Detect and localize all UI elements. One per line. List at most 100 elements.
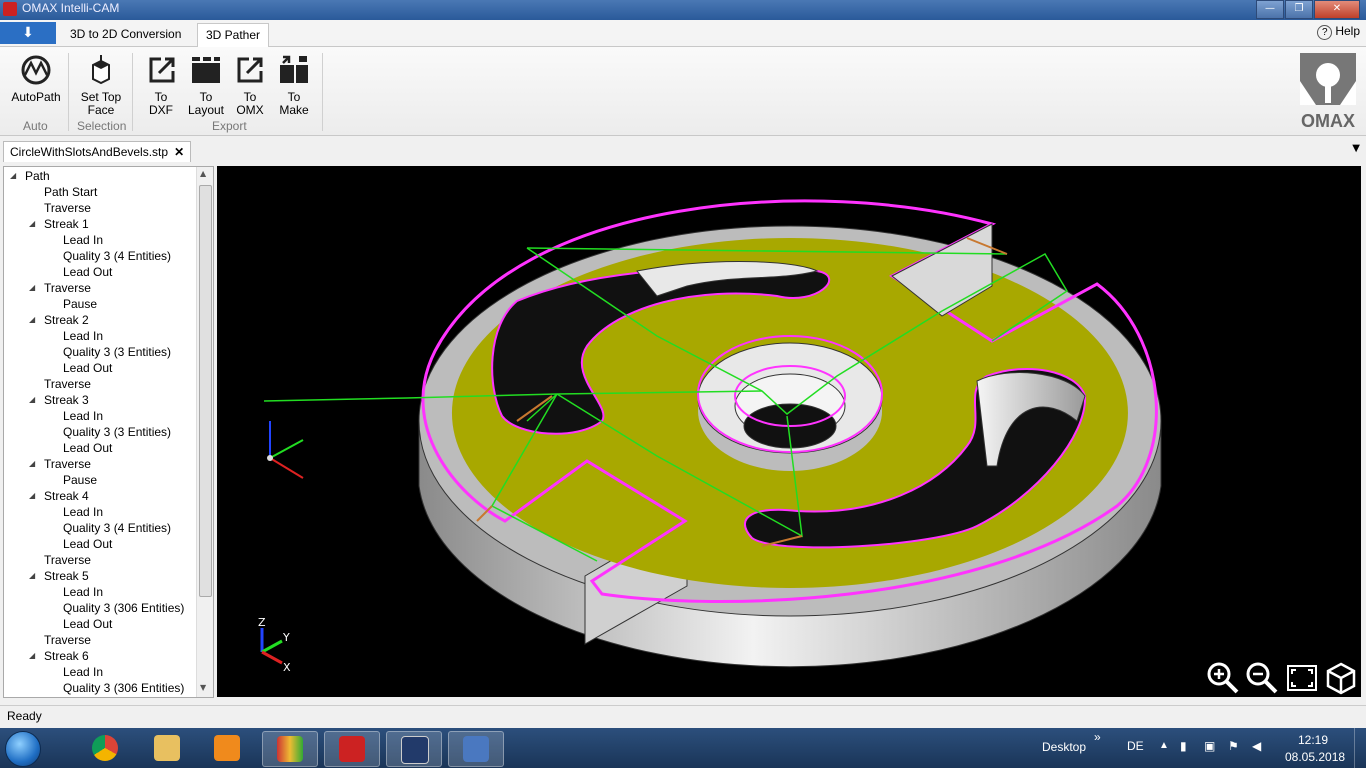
tree-item[interactable]: ◢ Streak 4 <box>29 488 89 504</box>
tree-item[interactable]: Lead In <box>63 584 103 600</box>
tree-item-label: Quality 3 (3 Entities) <box>63 425 172 439</box>
iso-view-cube-icon[interactable] <box>1323 660 1359 696</box>
tree-item[interactable]: Quality 3 (4 Entities) <box>63 248 171 264</box>
tree-item[interactable]: Lead Out <box>63 536 112 552</box>
set-top-face-label-2: Face <box>87 103 115 117</box>
path-tree: ▲ ▼ ◢ Path Path Start Traverse ◢ Streak 1 Lead… <box>3 166 214 698</box>
tree-expander-icon[interactable]: ◢ <box>29 648 35 664</box>
show-desktop-button[interactable] <box>1354 728 1366 768</box>
window-icon <box>401 736 429 764</box>
help-button[interactable]: ? Help <box>1317 24 1360 40</box>
tree-expander-icon[interactable]: ◢ <box>29 392 35 408</box>
media-player-icon <box>214 735 240 761</box>
app-icon[interactable] <box>3 2 17 16</box>
document-tab[interactable]: CircleWithSlotsAndBevels.stp ✕ <box>3 141 192 162</box>
tree-item[interactable]: ◢ Streak 3 <box>29 392 89 408</box>
scroll-thumb[interactable] <box>199 185 212 597</box>
tree-item[interactable]: Quality 3 (306 Entities) <box>63 680 184 696</box>
clock-time[interactable]: 12:19 <box>1298 733 1328 747</box>
clock-date[interactable]: 08.05.2018 <box>1285 750 1345 764</box>
zoom-out-icon[interactable] <box>1244 660 1280 696</box>
3d-model-view[interactable]: Z Y X <box>217 166 1361 697</box>
maximize-button[interactable]: ❐ <box>1285 0 1313 19</box>
autopath-button[interactable]: AutoPath <box>10 53 62 104</box>
tree-item-label: Path <box>25 169 50 183</box>
tree-expander-icon[interactable]: ◢ <box>29 280 35 296</box>
tree-item[interactable]: ◢ Path <box>10 168 50 184</box>
tree-item[interactable]: ◢ Streak 1 <box>29 216 89 232</box>
tree-item[interactable]: Lead In <box>63 328 103 344</box>
usb-icon[interactable]: ▮ <box>1180 739 1187 753</box>
tree-item[interactable]: ◢ Streak 5 <box>29 568 89 584</box>
network-icon[interactable]: ▣ <box>1204 739 1215 753</box>
tree-item[interactable]: Quality 3 (3 Entities) <box>63 424 171 440</box>
to-omx-button[interactable]: To OMX <box>233 53 267 117</box>
tab-list-dropdown-icon[interactable]: ▼ <box>1352 143 1360 154</box>
export-dxf-icon <box>149 57 175 83</box>
to-dxf-button[interactable]: To DXF <box>145 53 177 117</box>
tree-item[interactable]: Pause <box>63 472 97 488</box>
tree-item[interactable]: Quality 3 (3 Entities) <box>63 344 171 360</box>
show-hidden-icons[interactable]: ▲ <box>1159 740 1169 751</box>
minimize-button[interactable]: — <box>1256 0 1284 19</box>
toolbar-chevron-icon[interactable]: » <box>1094 730 1101 744</box>
scroll-up-icon[interactable]: ▲ <box>200 169 206 178</box>
language-indicator[interactable]: DE <box>1127 739 1144 753</box>
application-menu-button[interactable]: ⬇ <box>0 22 56 44</box>
tree-item[interactable]: Lead Out <box>63 264 112 280</box>
tree-item[interactable]: ◢ Traverse <box>29 456 91 472</box>
taskbar-remote[interactable] <box>448 731 504 767</box>
tree-expander-icon[interactable]: ◢ <box>29 456 35 472</box>
zoom-fit-icon[interactable] <box>1284 660 1320 696</box>
axis-x-label: X <box>283 661 291 674</box>
tree-item[interactable]: Lead In <box>63 408 103 424</box>
tree-item[interactable]: Traverse <box>44 200 91 216</box>
scroll-down-icon[interactable]: ▼ <box>200 683 206 692</box>
taskbar-window[interactable] <box>386 731 442 767</box>
tree-expander-icon[interactable]: ◢ <box>29 312 35 328</box>
make-icon <box>280 55 308 83</box>
volume-icon[interactable]: ◀ <box>1252 739 1261 753</box>
tree-item[interactable]: Path Start <box>44 184 97 200</box>
taskbar-omax-app[interactable] <box>262 731 318 767</box>
action-center-flag-icon[interactable]: ⚑ <box>1228 739 1239 753</box>
zoom-in-icon[interactable] <box>1205 660 1241 696</box>
taskbar-intelli-cam[interactable] <box>324 731 380 767</box>
close-tab-icon[interactable]: ✕ <box>174 145 184 159</box>
to-make-button[interactable]: To Make <box>276 53 312 117</box>
start-button[interactable] <box>5 731 41 767</box>
tree-expander-icon[interactable]: ◢ <box>29 488 35 504</box>
tree-item-label: Quality 3 (4 Entities) <box>63 249 172 263</box>
taskbar-explorer[interactable] <box>140 731 194 765</box>
tree-item[interactable]: ◢ Streak 2 <box>29 312 89 328</box>
traffic-light-icon <box>277 736 303 762</box>
tree-item[interactable]: Lead Out <box>63 616 112 632</box>
set-top-face-button[interactable]: Set Top Face <box>77 53 125 117</box>
tree-item[interactable]: Pause <box>63 296 97 312</box>
tree-item[interactable]: ◢ Traverse <box>29 280 91 296</box>
tree-item[interactable]: Lead In <box>63 232 103 248</box>
tree-item[interactable]: ◢ Streak 6 <box>29 648 89 664</box>
tree-expander-icon[interactable]: ◢ <box>10 168 16 184</box>
tree-scrollbar[interactable]: ▲ ▼ <box>196 167 213 697</box>
3d-viewport[interactable]: Z Y X <box>217 166 1361 697</box>
tree-expander-icon[interactable]: ◢ <box>29 216 35 232</box>
taskbar-media[interactable] <box>200 731 254 765</box>
tree-expander-icon[interactable]: ◢ <box>29 568 35 584</box>
desktop-toolbar[interactable]: Desktop <box>1042 740 1086 754</box>
taskbar-chrome[interactable] <box>78 731 132 765</box>
tab-3d-to-2d-conversion[interactable]: 3D to 2D Conversion <box>62 23 189 46</box>
tree-item[interactable]: Quality 3 (306 Entities) <box>63 600 184 616</box>
close-button[interactable]: ✕ <box>1314 0 1360 19</box>
tree-item[interactable]: Quality 3 (4 Entities) <box>63 520 171 536</box>
tree-item[interactable]: Traverse <box>44 632 91 648</box>
tree-item[interactable]: Lead Out <box>63 360 112 376</box>
tree-item[interactable]: Lead Out <box>63 440 112 456</box>
tree-item[interactable]: Lead In <box>63 664 103 680</box>
tab-3d-pather[interactable]: 3D Pather <box>197 23 270 47</box>
tree-item[interactable]: Lead In <box>63 504 103 520</box>
tree-item[interactable]: Traverse <box>44 552 91 568</box>
tree-item[interactable]: Traverse <box>44 376 91 392</box>
intelli-cam-icon <box>339 736 365 762</box>
to-layout-button[interactable]: To Layout <box>186 53 226 117</box>
